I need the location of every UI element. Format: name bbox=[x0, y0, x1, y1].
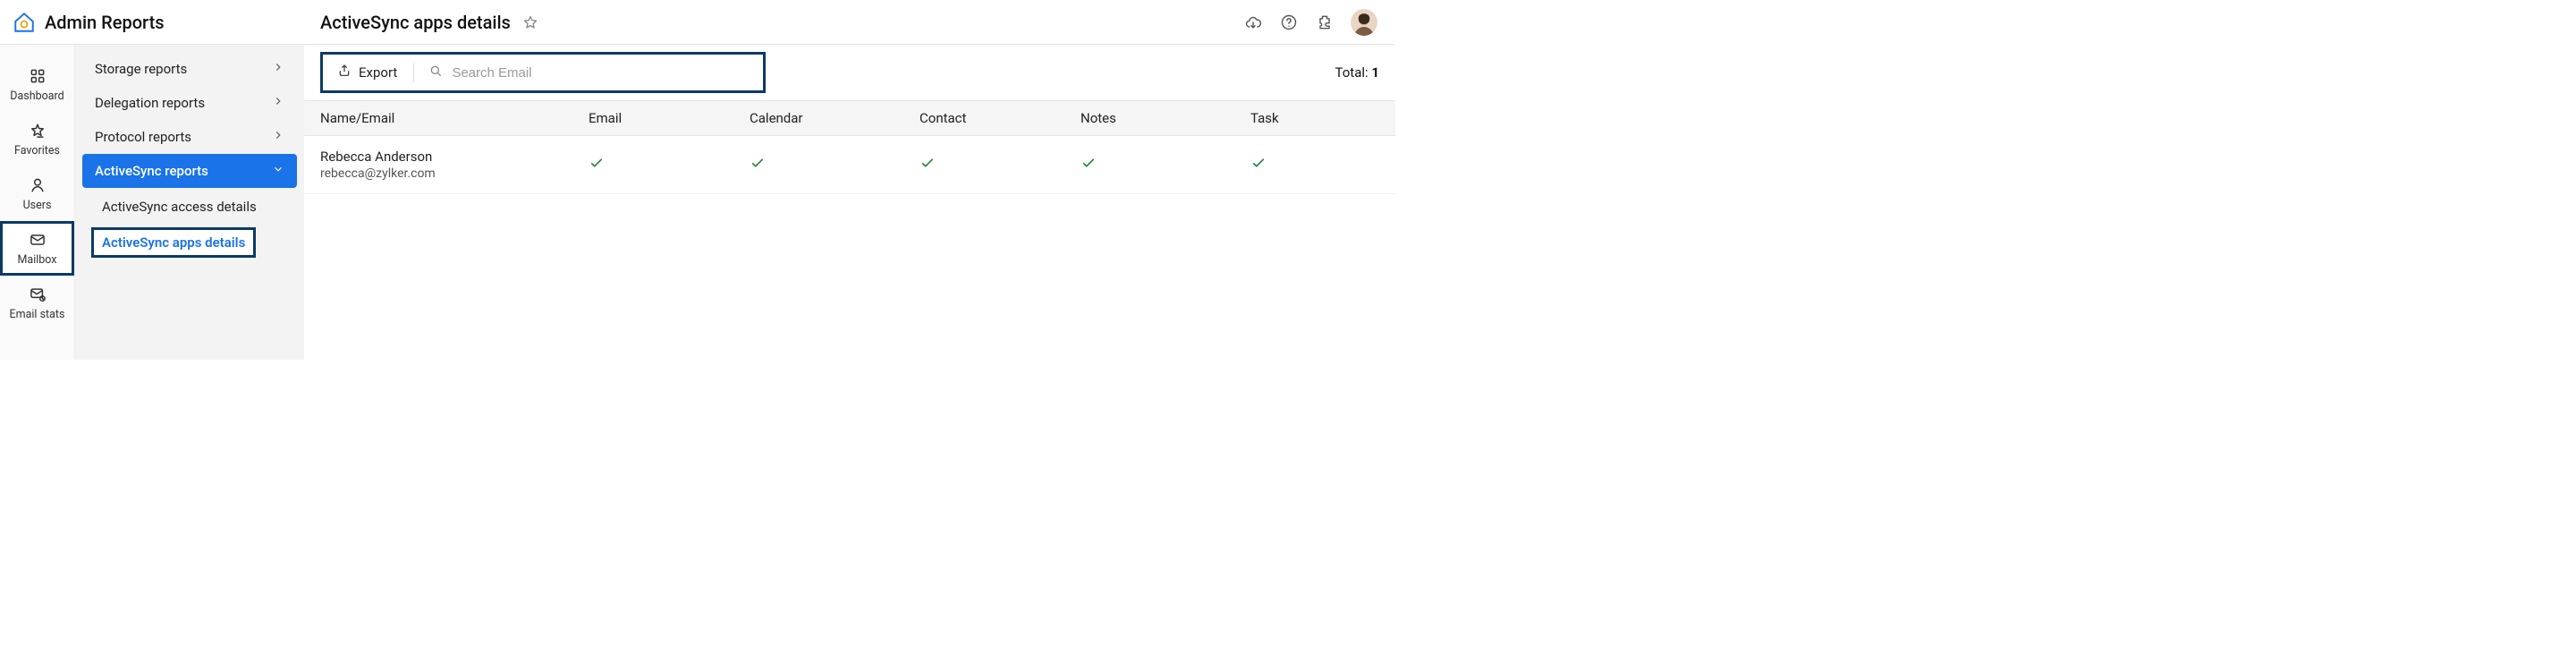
check-icon bbox=[750, 158, 766, 175]
divider bbox=[413, 63, 414, 82]
sidebar-item-storage-reports[interactable]: Storage reports bbox=[82, 52, 297, 86]
col-email: Email bbox=[589, 110, 750, 126]
favorite-toggle-icon[interactable] bbox=[520, 12, 541, 33]
star-icon bbox=[28, 121, 47, 140]
total-count: Total: 1 bbox=[1335, 64, 1379, 81]
sidebar-item-label: Delegation reports bbox=[95, 95, 205, 111]
user-name: Rebecca Anderson bbox=[320, 149, 589, 165]
chevron-right-icon bbox=[272, 61, 284, 77]
sidebar-item-label: Protocol reports bbox=[95, 129, 191, 145]
total-value: 1 bbox=[1371, 64, 1379, 81]
top-bar: Admin Reports ActiveSync apps details bbox=[0, 0, 1395, 45]
grid-icon bbox=[28, 66, 47, 86]
check-icon bbox=[919, 158, 936, 175]
app-title: Admin Reports bbox=[45, 12, 165, 33]
rail-item-favorites[interactable]: Favorites bbox=[0, 112, 74, 166]
sidebar-subitem-activesync-apps-details[interactable]: ActiveSync apps details bbox=[91, 227, 256, 258]
chevron-down-icon bbox=[272, 163, 284, 179]
col-task: Task bbox=[1250, 110, 1379, 126]
cloud-download-icon[interactable] bbox=[1243, 13, 1263, 32]
reports-sidebar: Storage reports Delegation reports Proto… bbox=[75, 45, 304, 360]
rail-item-email-stats[interactable]: Email stats bbox=[0, 276, 74, 330]
table-row[interactable]: Rebecca Anderson rebecca@zylker.com bbox=[304, 136, 1395, 194]
rail-item-label: Favorites bbox=[14, 144, 60, 157]
search-input[interactable] bbox=[452, 65, 750, 81]
rail-item-label: Dashboard bbox=[10, 89, 64, 103]
user-icon bbox=[28, 175, 47, 195]
rail-item-label: Mailbox bbox=[17, 253, 56, 267]
mail-icon bbox=[28, 230, 47, 250]
sidebar-item-label: Storage reports bbox=[95, 61, 187, 77]
rail-item-label: Users bbox=[23, 199, 52, 212]
export-label: Export bbox=[359, 64, 397, 81]
search-icon bbox=[428, 64, 443, 81]
chevron-right-icon bbox=[272, 129, 284, 145]
col-name-email: Name/Email bbox=[320, 110, 589, 126]
check-icon bbox=[589, 158, 605, 175]
chevron-right-icon bbox=[272, 95, 284, 111]
rail-item-mailbox[interactable]: Mailbox bbox=[0, 221, 74, 276]
user-email: rebecca@zylker.com bbox=[320, 166, 589, 181]
rail-item-dashboard[interactable]: Dashboard bbox=[0, 57, 74, 112]
check-icon bbox=[1250, 158, 1267, 175]
nav-rail: Dashboard Favorites Users bbox=[0, 45, 75, 360]
sidebar-subitem-activesync-access-details[interactable]: ActiveSync access details bbox=[82, 190, 297, 224]
rail-item-users[interactable]: Users bbox=[0, 166, 74, 221]
mail-stats-icon bbox=[28, 285, 47, 304]
user-avatar[interactable] bbox=[1351, 9, 1377, 36]
toolbar-actions: Export bbox=[320, 52, 766, 93]
total-label: Total: bbox=[1335, 64, 1368, 81]
app-logo-icon bbox=[13, 11, 36, 34]
sidebar-item-protocol-reports[interactable]: Protocol reports bbox=[82, 120, 297, 154]
sidebar-item-activesync-reports[interactable]: ActiveSync reports bbox=[82, 154, 297, 188]
sidebar-item-label: ActiveSync reports bbox=[95, 163, 208, 179]
check-icon bbox=[1080, 158, 1097, 175]
help-icon[interactable] bbox=[1279, 13, 1299, 32]
col-contact: Contact bbox=[919, 110, 1080, 126]
table-header: Name/Email Email Calendar Contact Notes … bbox=[304, 100, 1395, 136]
rail-item-label: Email stats bbox=[10, 308, 65, 321]
export-button[interactable]: Export bbox=[326, 58, 408, 87]
main-content: Export Total: 1 bbox=[304, 45, 1395, 360]
extension-icon[interactable] bbox=[1315, 13, 1335, 32]
sidebar-item-delegation-reports[interactable]: Delegation reports bbox=[82, 86, 297, 120]
col-calendar: Calendar bbox=[750, 110, 919, 126]
col-notes: Notes bbox=[1080, 110, 1250, 126]
export-icon bbox=[337, 64, 352, 81]
page-title: ActiveSync apps details bbox=[320, 12, 511, 33]
